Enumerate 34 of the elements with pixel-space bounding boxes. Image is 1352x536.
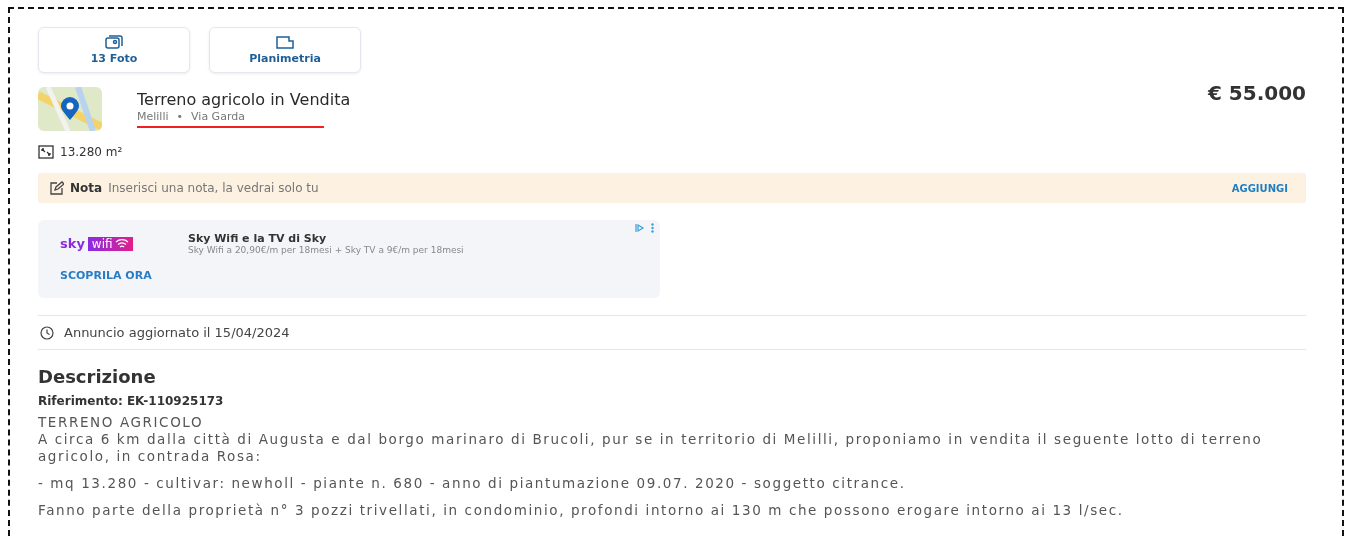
ad-subtitle: Sky Wifi a 20,90€/m per 18mesi + Sky TV a 9€/m per 18mesi (188, 245, 464, 255)
description-paragraph: Fanno parte della proprietà n° 3 pozzi trivellati, in condominio, profondi intorno ai 130 m che possono erogare intorno ai 13 l/sec. (38, 502, 1125, 519)
listing-title: Terreno agricolo in Vendita (137, 90, 352, 109)
ad-cta-link[interactable]: SCOPRILA ORA (60, 269, 152, 282)
separator-dot: • (176, 110, 184, 123)
ad-title: Sky Wifi e la TV di Sky (188, 232, 328, 245)
photos-button[interactable]: 13 Foto (38, 27, 190, 73)
clock-icon (40, 325, 54, 340)
logo-brand: sky (60, 236, 85, 251)
price: € 55.000 (1207, 81, 1306, 105)
updated-date: Annuncio aggiornato il 15/04/2024 (64, 325, 290, 340)
map-thumbnail[interactable] (38, 87, 102, 131)
floor-plan-button[interactable]: Planimetria (209, 27, 361, 73)
note-label: Nota (70, 181, 103, 195)
floor-plan-icon (276, 35, 294, 49)
city-text: Melilli (137, 110, 169, 123)
reference-code: Riferimento: EK-110925173 (38, 394, 225, 408)
description-title: TERRENO AGRICOLO (38, 414, 205, 431)
description-paragraph: A circa 6 km dalla città di Augusta e dal borgo marinaro di Brucoli, pur se in territorio di Melilli, proponiamo in vendita il seguente lotto di terreno agricolo, in contrada Rosa: (38, 431, 1264, 465)
area-icon (38, 145, 54, 159)
wifi-icon (114, 239, 129, 248)
ad-banner[interactable]: sky wifi Sky Wifi e la TV di Sky Sky Wifi a 20,90€/m per 18mesi + Sky TV a 9€/m per 18mesi SCOPRILA ORA (38, 220, 660, 298)
edit-icon (50, 181, 64, 195)
description-paragraph: - mq 13.280 - cultivar: newholl - piante n. 680 - anno di piantumazione 09.07. 2020 - soggetto citrance. (38, 475, 907, 492)
description-heading: Descrizione (38, 366, 157, 387)
location-pin-icon (60, 97, 80, 121)
note-prompt: Inserisci una nota, la vedrai solo tu (108, 181, 320, 195)
logo-product: wifi (87, 236, 133, 251)
street-text: Via Garda (191, 110, 245, 123)
area-text: 13.280 m² (60, 145, 123, 159)
add-note-link[interactable]: AGGIUNGI (1231, 182, 1288, 194)
ad-choices-icon[interactable] (635, 223, 645, 233)
photos-icon (105, 35, 123, 49)
more-options-icon[interactable] (651, 223, 654, 233)
